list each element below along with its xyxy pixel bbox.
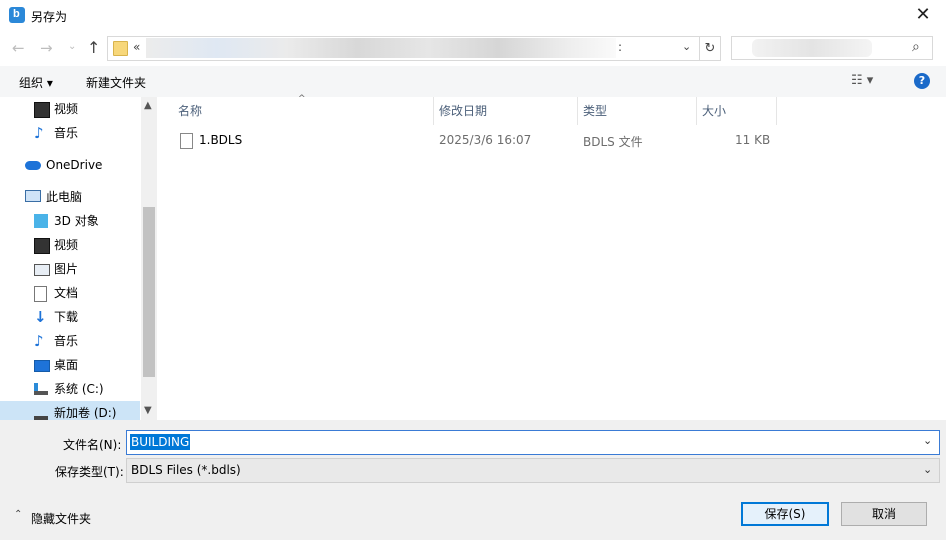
sidebar-item-videos[interactable]: 视频	[0, 97, 140, 121]
chevron-up-icon: ⌃	[14, 509, 23, 520]
music-icon: ♪	[34, 332, 44, 350]
scroll-up-icon[interactable]: ▲	[144, 100, 152, 111]
drive-icon	[34, 383, 48, 395]
sidebar-item-pictures[interactable]: 图片	[0, 257, 140, 281]
sidebar-item-onedrive[interactable]: OneDrive	[0, 153, 140, 177]
sidebar-item-this-pc[interactable]: 此电脑	[0, 185, 140, 209]
cube-icon	[34, 214, 48, 228]
file-name[interactable]: 1.BDLS	[199, 133, 242, 147]
column-divider[interactable]	[776, 97, 777, 125]
sidebar-item-videos-2[interactable]: 视频	[0, 233, 140, 257]
column-header-size[interactable]: 大小	[696, 97, 776, 125]
sidebar-item-3d-objects[interactable]: 3D 对象	[0, 209, 140, 233]
filename-label: 文件名(N):	[63, 438, 122, 452]
computer-icon	[25, 190, 41, 202]
download-icon: ↓	[34, 308, 47, 326]
filename-value[interactable]: BUILDING	[130, 434, 191, 450]
savetype-label: 保存类型(T):	[55, 465, 124, 479]
picture-icon	[34, 264, 50, 276]
sidebar-item-music-2[interactable]: ♪ 音乐	[0, 329, 140, 353]
folder-icon	[113, 41, 128, 56]
navigation-pane: 视频 ♪ 音乐 OneDrive 此电脑 3D 对象 视频 图片 文档 ↓ 下载…	[0, 97, 158, 425]
desktop-icon	[34, 360, 50, 372]
column-header-type[interactable]: 类型	[577, 97, 697, 125]
search-icon[interactable]: ⌕	[912, 39, 920, 55]
forward-button[interactable]: →	[40, 39, 53, 57]
scroll-down-icon[interactable]: ▼	[144, 405, 152, 416]
sidebar-item-desktop[interactable]: 桌面	[0, 353, 140, 377]
chevron-down-icon[interactable]: ⌄	[923, 434, 932, 447]
cloud-icon	[25, 161, 41, 170]
breadcrumb-path-blurred	[146, 38, 616, 58]
sort-ascending-icon: ^	[298, 94, 306, 104]
savetype-select[interactable]: BDLS Files (*.bdls) ⌄	[126, 458, 940, 483]
app-icon: b	[9, 7, 25, 23]
column-header-modified[interactable]: 修改日期	[433, 97, 577, 125]
sidebar-scrollbar[interactable]: ▲ ▼	[141, 97, 157, 420]
drive-icon	[34, 408, 48, 420]
help-icon[interactable]: ?	[914, 73, 930, 89]
scrollbar-thumb[interactable]	[143, 207, 155, 377]
breadcrumb-overflow-icon[interactable]: «	[133, 40, 140, 54]
breadcrumb-tail: :	[618, 40, 623, 54]
view-options-icon[interactable]: ☷ ▾	[851, 73, 873, 88]
organize-button[interactable]: 组织 ▾	[19, 74, 53, 91]
filename-input[interactable]: BUILDING ⌄	[126, 430, 940, 455]
document-icon	[34, 286, 47, 302]
file-icon	[180, 133, 193, 149]
cancel-button[interactable]: 取消	[841, 502, 927, 526]
search-text-blurred	[752, 39, 872, 57]
address-bar[interactable]: « : ⌄	[107, 36, 700, 61]
chevron-down-icon[interactable]: ⌄	[923, 463, 932, 476]
sidebar-item-drive-c[interactable]: 系统 (C:)	[0, 377, 140, 401]
file-type: BDLS 文件	[583, 135, 643, 149]
video-icon	[34, 238, 50, 254]
search-input[interactable]: ⌕	[731, 36, 933, 60]
music-icon: ♪	[34, 124, 44, 142]
close-button[interactable]: ✕	[900, 0, 946, 32]
up-button[interactable]: ↑	[87, 38, 100, 57]
address-dropdown-icon[interactable]: ⌄	[682, 40, 691, 53]
file-list: 名称 ^ 修改日期 类型 大小 1.BDLS 2025/3/6 16:07 BD…	[158, 94, 946, 420]
save-options-panel: 文件名(N): BUILDING ⌄ 保存类型(T): BDLS Files (…	[0, 420, 946, 540]
file-size: 11 KB	[735, 133, 771, 147]
sidebar-item-music[interactable]: ♪ 音乐	[0, 121, 140, 145]
hide-folders-label: 隐藏文件夹	[31, 512, 92, 526]
save-button[interactable]: 保存(S)	[741, 502, 829, 526]
title-bar: b 另存为 ✕	[0, 0, 946, 32]
window-title: 另存为	[31, 10, 68, 24]
file-modified: 2025/3/6 16:07	[439, 133, 532, 147]
savetype-value: BDLS Files (*.bdls)	[131, 463, 241, 477]
back-button[interactable]: ←	[12, 39, 25, 57]
new-folder-button[interactable]: 新建文件夹	[86, 74, 146, 91]
video-icon	[34, 102, 50, 118]
sidebar-item-documents[interactable]: 文档	[0, 281, 140, 305]
sidebar-item-downloads[interactable]: ↓ 下载	[0, 305, 140, 329]
command-bar: 组织 ▾ 新建文件夹 ☷ ▾ ?	[0, 66, 946, 98]
refresh-button[interactable]: ↻	[700, 36, 721, 61]
recent-locations-button[interactable]: ⌄	[68, 41, 76, 52]
